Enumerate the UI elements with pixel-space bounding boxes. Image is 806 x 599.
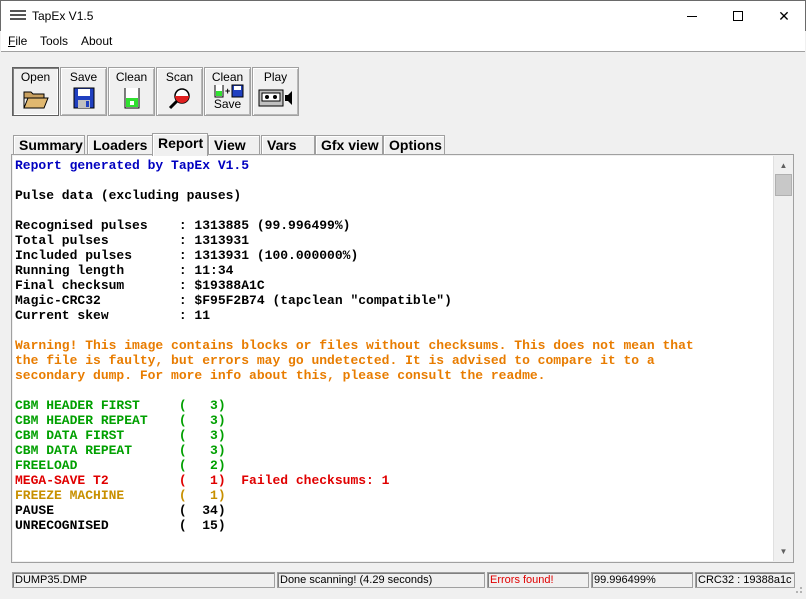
floppy-disk-icon — [73, 87, 94, 109]
status-errors: Errors found! — [487, 572, 589, 588]
minimize-icon — [687, 15, 697, 17]
report-line: Recognised pulses : 1313885 (99.996499%) — [15, 218, 351, 233]
menu-file[interactable]: File — [8, 34, 27, 48]
tab-loaders[interactable]: Loaders — [87, 135, 160, 155]
tab-report[interactable]: Report — [152, 133, 208, 156]
tab-summary[interactable]: Summary — [13, 135, 85, 155]
status-message: Done scanning! (4.29 seconds) — [277, 572, 485, 588]
tab-options[interactable]: Options — [383, 135, 445, 155]
report-line — [15, 203, 773, 218]
scan-button[interactable]: Scan — [156, 67, 203, 116]
clean-button[interactable]: Clean — [108, 67, 155, 116]
tab-vars[interactable]: Vars — [261, 135, 315, 155]
svg-text:+: + — [225, 86, 230, 96]
save-label: Save — [69, 70, 98, 84]
status-file: DUMP35.DMP — [12, 572, 275, 588]
window-title: TapEx V1.5 — [32, 9, 94, 23]
report-line: Total pulses : 1313931 — [15, 233, 250, 248]
status-bar: DUMP35.DMP Done scanning! (4.29 seconds)… — [1, 568, 805, 598]
tab-view[interactable]: View — [208, 135, 260, 155]
open-button[interactable]: Open — [12, 67, 59, 116]
beaker-icon — [124, 88, 139, 109]
report-line: Included pulses : 1313931 (100.000000%) — [15, 248, 359, 263]
report-line: CBM DATA REPEAT ( 3) — [15, 443, 226, 458]
report-line — [15, 383, 773, 398]
open-label: Open — [20, 70, 51, 84]
report-line: FREELOAD ( 2) — [15, 458, 226, 473]
report-line: FREEZE MACHINE ( 1) — [15, 488, 226, 503]
toolbar: Open Save Clean Scan Clean + Save Play — [1, 51, 805, 121]
report-line: Magic-CRC32 : $F95F2B74 (tapclean "compa… — [15, 293, 452, 308]
clean-label: Clean — [115, 70, 148, 84]
close-button[interactable]: ✕ — [761, 1, 806, 31]
status-crc: CRC32 : 19388a1c — [695, 572, 795, 588]
status-percent: 99.996499% — [591, 572, 693, 588]
close-icon: ✕ — [778, 7, 790, 24]
play-button[interactable]: Play — [252, 67, 299, 116]
report-line: Pulse data (excluding pauses) — [15, 188, 242, 203]
save-button[interactable]: Save — [60, 67, 107, 116]
report-line: Final checksum : $19388A1C — [15, 278, 265, 293]
maximize-icon — [733, 11, 743, 21]
report-line: CBM DATA FIRST ( 3) — [15, 428, 226, 443]
app-icon — [10, 10, 26, 22]
clean-save-label-top: Clean — [211, 70, 244, 84]
title-bar: TapEx V1.5 ✕ — [0, 0, 806, 31]
menu-about[interactable]: About — [81, 34, 112, 48]
menu-tools[interactable]: Tools — [40, 34, 68, 48]
scroll-thumb[interactable] — [775, 174, 792, 196]
minimize-button[interactable] — [669, 1, 715, 31]
clean-save-button[interactable]: Clean + Save — [204, 67, 251, 116]
report-text[interactable]: Report generated by TapEx V1.5 Pulse data… — [13, 156, 773, 561]
maximize-button[interactable] — [715, 1, 761, 31]
report-line: CBM HEADER REPEAT ( 3) — [15, 413, 226, 428]
resize-grip-icon[interactable] — [793, 584, 803, 594]
report-line: the file is faulty, but errors may go un… — [15, 353, 655, 368]
folder-open-icon — [22, 91, 49, 109]
report-line: Running length : 11:34 — [15, 263, 234, 278]
scroll-up-icon[interactable]: ▲ — [775, 157, 792, 174]
report-line: CBM HEADER FIRST ( 3) — [15, 398, 226, 413]
magnifier-icon — [168, 88, 190, 110]
report-line: MEGA-SAVE T2 ( 1) Failed checksums: 1 — [15, 473, 390, 488]
clean-save-label-bottom: Save — [213, 97, 242, 111]
report-line: PAUSE ( 34) — [15, 503, 226, 518]
scroll-down-icon[interactable]: ▼ — [775, 543, 792, 560]
report-line: Report generated by TapEx V1.5 — [15, 158, 250, 173]
report-scrollbar[interactable]: ▲ ▼ — [773, 156, 792, 561]
scan-label: Scan — [165, 70, 194, 84]
tab-gfx-view[interactable]: Gfx view — [315, 135, 383, 155]
report-line — [15, 323, 773, 338]
report-line: UNRECOGNISED ( 15) — [15, 518, 226, 533]
report-line: Warning! This image contains blocks or f… — [15, 338, 694, 353]
cassette-speaker-icon — [258, 89, 292, 107]
report-line — [15, 173, 773, 188]
play-label: Play — [263, 70, 288, 84]
report-line: Current skew : 11 — [15, 308, 211, 323]
report-line: secondary dump. For more info about this… — [15, 368, 546, 383]
menu-bar: File Tools About — [1, 31, 805, 51]
clean-save-icon: + — [214, 84, 243, 98]
